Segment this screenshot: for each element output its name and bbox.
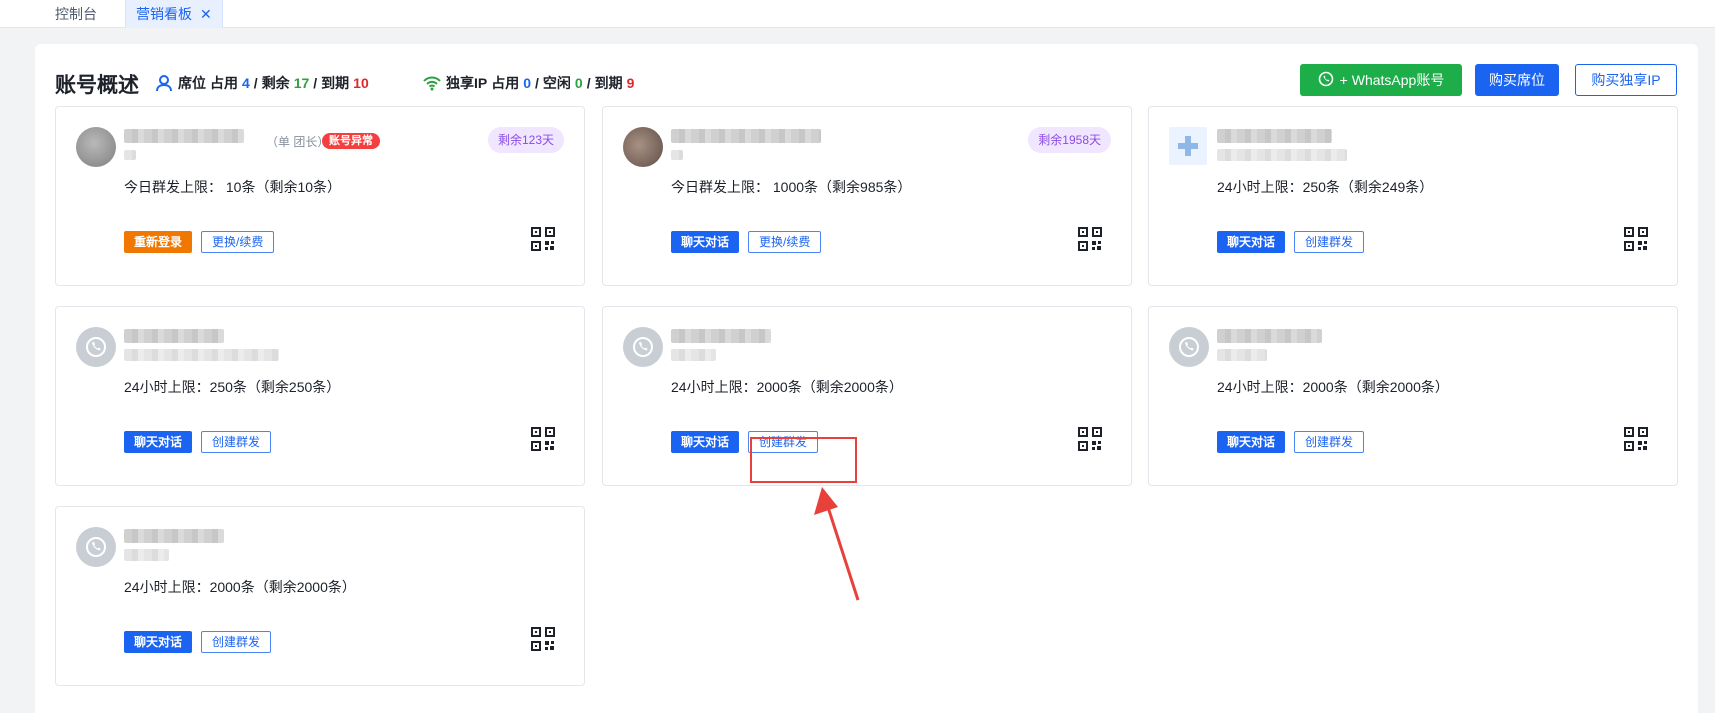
blurred-name (124, 129, 244, 143)
send-limit: 今日群发上限： 1000条（剩余985条） (671, 179, 912, 195)
chat-button[interactable]: 聊天对话 (671, 431, 740, 453)
seat-expired: 10 (353, 75, 369, 91)
qr-code-icon[interactable] (531, 427, 555, 451)
blurred-name (671, 329, 771, 343)
seat-remaining: 17 (293, 75, 310, 91)
chat-button[interactable]: 聊天对话 (1217, 431, 1286, 453)
seat-occupied: 4 (242, 75, 250, 91)
avatar (76, 127, 116, 167)
user-icon (155, 74, 173, 92)
blurred-phone (1217, 349, 1267, 361)
blurred-phone (1217, 149, 1347, 161)
avatar (1169, 127, 1207, 165)
send-limit: 24小时上限：2000条（剩余2000条） (671, 379, 903, 395)
renew-button[interactable]: 更换/续费 (201, 231, 275, 253)
account-card: 24小时上限：250条（剩余250条） 聊天对话 创建群发 (55, 306, 585, 486)
blurred-phone (124, 549, 169, 561)
create-broadcast-button[interactable]: 创建群发 (201, 431, 272, 453)
blurred-name (124, 529, 224, 543)
account-overview-panel: 账号概述 席位 占用 4 / 剩余 17 / 到期 10 独享IP 占用 0 /… (35, 44, 1698, 713)
qr-code-icon[interactable] (1078, 427, 1102, 451)
account-card: 24小时上限：2000条（剩余2000条） 聊天对话 创建群发 (602, 306, 1132, 486)
create-broadcast-button[interactable]: 创建群发 (1294, 231, 1365, 253)
qr-code-icon[interactable] (1624, 427, 1648, 451)
create-broadcast-button[interactable]: 创建群发 (1294, 431, 1365, 453)
whatsapp-avatar-icon (76, 527, 116, 567)
whatsapp-avatar-icon (1169, 327, 1209, 367)
relogin-button[interactable]: 重新登录 (124, 231, 193, 253)
tab-console[interactable]: 控制台 (45, 0, 107, 28)
blurred-name (124, 329, 224, 343)
blurred-phone (671, 150, 683, 160)
create-broadcast-button[interactable]: 创建群发 (201, 631, 272, 653)
ip-stats: 独享IP 占用 0 / 空闲 0 / 到期 9 (423, 73, 634, 93)
blurred-phone (124, 349, 279, 361)
send-limit: 24小时上限：250条（剩余249条） (1217, 179, 1434, 195)
wifi-icon (423, 74, 441, 92)
account-role: （单 团长） (266, 135, 330, 149)
add-whatsapp-account-button[interactable]: + WhatsApp账号 (1300, 64, 1462, 96)
blurred-phone (671, 349, 716, 361)
days-remaining-badge: 剩余123天 (487, 127, 564, 153)
chat-button[interactable]: 聊天对话 (124, 631, 193, 653)
page-title: 账号概述 (55, 74, 139, 97)
close-icon[interactable]: ✕ (200, 6, 212, 22)
status-badge: 账号异常 (322, 133, 380, 149)
buy-seat-button[interactable]: 购买席位 (1475, 64, 1559, 96)
blurred-name (671, 129, 821, 143)
qr-code-icon[interactable] (1078, 227, 1102, 251)
chat-button[interactable]: 聊天对话 (671, 231, 740, 253)
tab-bar: 控制台 营销看板 ✕ (0, 0, 1715, 28)
account-card: 24小时上限：250条（剩余249条） 聊天对话 创建群发 (1148, 106, 1678, 286)
send-limit: 24小时上限：2000条（剩余2000条） (124, 579, 356, 595)
account-card: （单 团长） 账号异常 剩余123天 今日群发上限： 10条（剩余10条） 重新… (55, 106, 585, 286)
highlight-box (750, 437, 857, 483)
ip-idle: 0 (574, 75, 583, 91)
send-limit: 今日群发上限： 10条（剩余10条） (124, 179, 342, 195)
tab-marketing-board[interactable]: 营销看板 ✕ (125, 0, 223, 28)
days-remaining-badge: 剩余1958天 (1028, 127, 1111, 153)
account-card: 24小时上限：2000条（剩余2000条） 聊天对话 创建群发 (1148, 306, 1678, 486)
qr-code-icon[interactable] (531, 227, 555, 251)
blurred-phone (124, 150, 136, 160)
whatsapp-icon (1318, 71, 1334, 90)
whatsapp-avatar-icon (623, 327, 663, 367)
ip-expired: 9 (626, 75, 635, 91)
seat-stats: 席位 占用 4 / 剩余 17 / 到期 10 (155, 73, 369, 93)
qr-code-icon[interactable] (531, 627, 555, 651)
avatar (623, 127, 663, 167)
blurred-name (1217, 129, 1332, 143)
whatsapp-avatar-icon (76, 327, 116, 367)
chat-button[interactable]: 聊天对话 (124, 431, 193, 453)
send-limit: 24小时上限：250条（剩余250条） (124, 379, 341, 395)
blurred-name (1217, 329, 1322, 343)
chat-button[interactable]: 聊天对话 (1217, 231, 1286, 253)
account-card: 剩余1958天 今日群发上限： 1000条（剩余985条） 聊天对话 更换/续费 (602, 106, 1132, 286)
buy-ip-button[interactable]: 购买独享IP (1575, 64, 1677, 96)
qr-code-icon[interactable] (1624, 227, 1648, 251)
send-limit: 24小时上限：2000条（剩余2000条） (1217, 379, 1449, 395)
account-card: 24小时上限：2000条（剩余2000条） 聊天对话 创建群发 (55, 506, 585, 686)
renew-button[interactable]: 更换/续费 (748, 231, 822, 253)
ip-occupied: 0 (523, 75, 532, 91)
arrow-icon (814, 487, 860, 601)
